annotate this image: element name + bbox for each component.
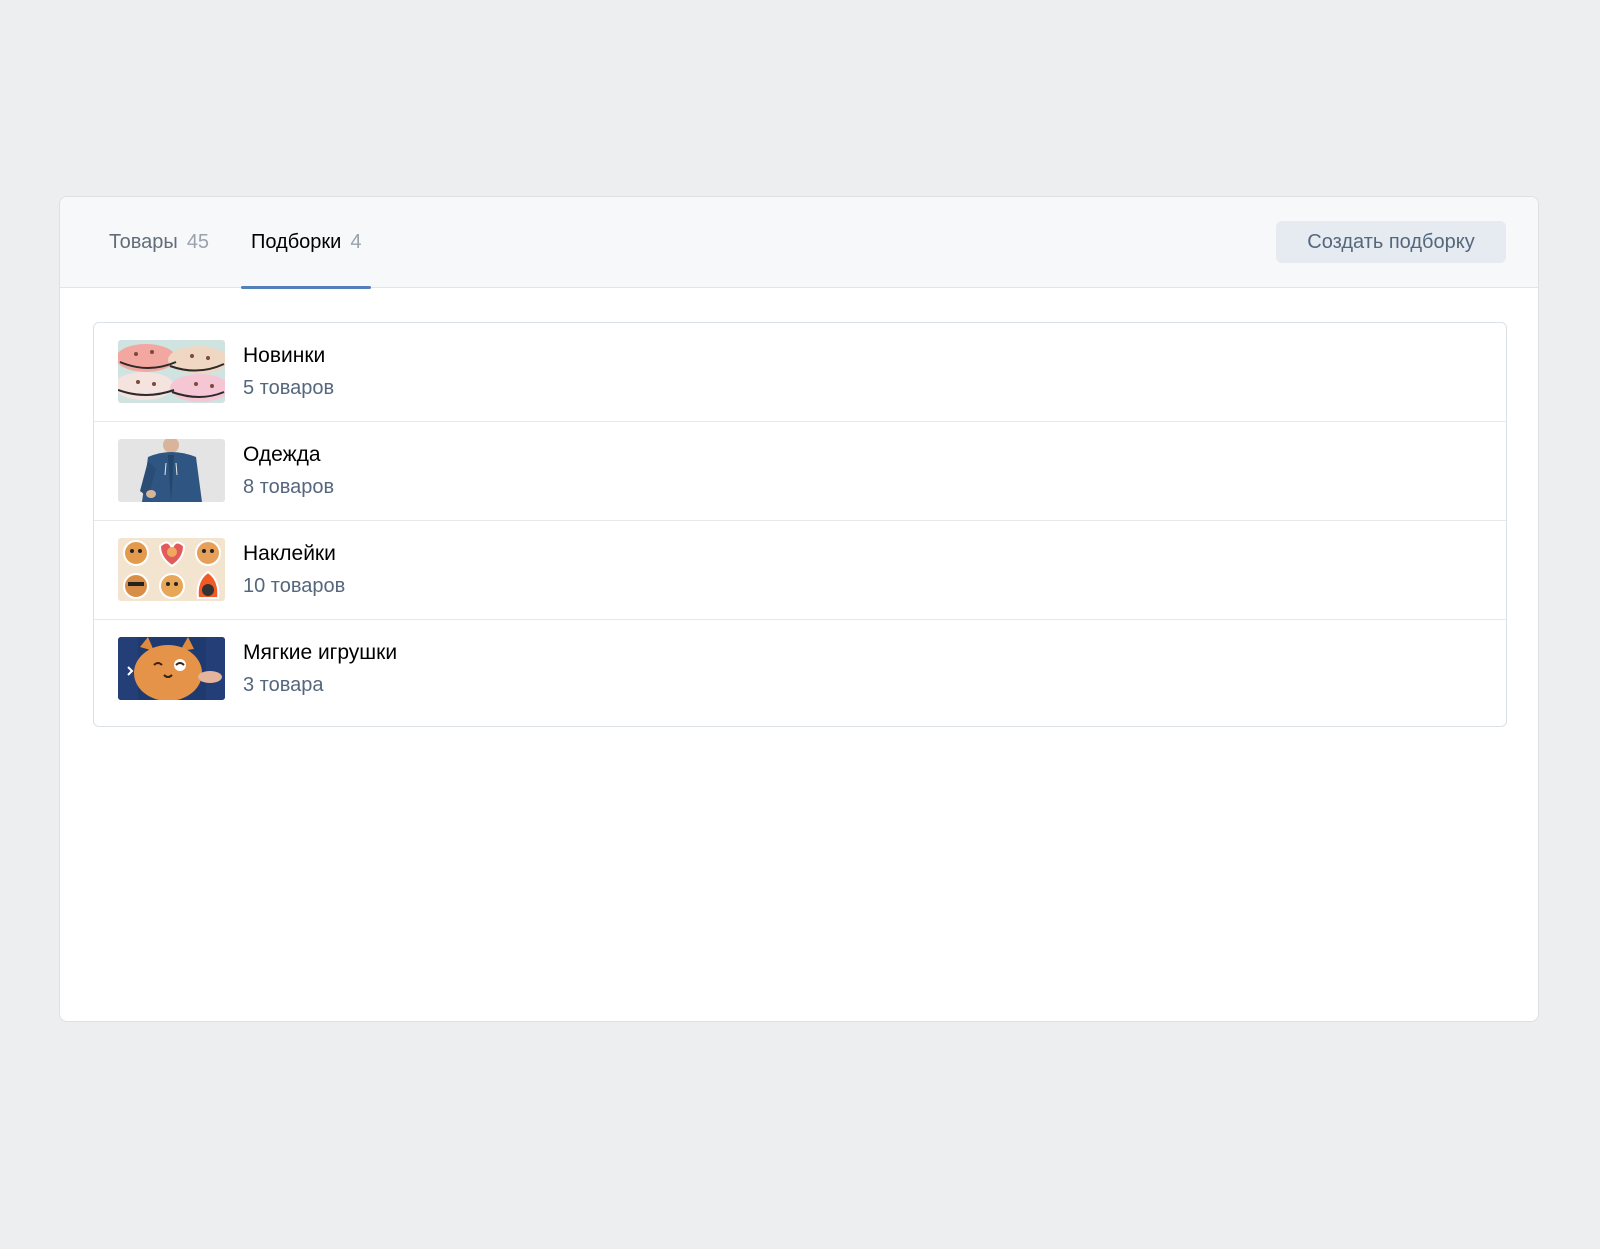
tab-products[interactable]: Товары 45 bbox=[109, 197, 209, 288]
plush-toy-thumbnail-icon bbox=[118, 637, 225, 700]
market-card: Товары 45 Подборки 4 Создать подборку Но… bbox=[59, 196, 1539, 1022]
bags-thumbnail-icon bbox=[118, 340, 225, 403]
collection-title: Мягкие игрушки bbox=[243, 641, 398, 664]
collection-row-novinki[interactable]: Новинки 5 товаров bbox=[94, 323, 1506, 422]
hoodie-thumbnail-icon bbox=[118, 439, 225, 502]
collection-row-myagkie-igrushki[interactable]: Мягкие игрушки 3 товара bbox=[94, 620, 1506, 726]
create-collection-button[interactable]: Создать подборку bbox=[1276, 221, 1506, 263]
tab-collections[interactable]: Подборки 4 bbox=[241, 197, 372, 289]
collection-row-nakleyki[interactable]: Наклейки 10 товаров bbox=[94, 521, 1506, 620]
tab-products-label: Товары bbox=[109, 231, 178, 253]
collections-list: Новинки 5 товаров Одежда 8 товаров Накле… bbox=[93, 322, 1507, 727]
collection-row-odezhda[interactable]: Одежда 8 товаров bbox=[94, 422, 1506, 521]
tab-collections-label: Подборки bbox=[251, 231, 342, 253]
stickers-thumbnail-icon bbox=[118, 538, 225, 601]
collection-title: Новинки bbox=[243, 344, 326, 367]
collection-count: 8 товаров bbox=[243, 476, 335, 498]
collection-title: Одежда bbox=[243, 443, 321, 466]
collection-title: Наклейки bbox=[243, 542, 336, 565]
tab-products-count: 45 bbox=[186, 231, 210, 253]
tab-collections-count: 4 bbox=[350, 231, 362, 253]
collection-count: 5 товаров bbox=[243, 377, 335, 399]
tab-bar: Товары 45 Подборки 4 Создать подборку bbox=[60, 197, 1538, 289]
collection-count: 3 товара bbox=[243, 674, 324, 696]
active-tab-indicator bbox=[241, 286, 372, 289]
collection-count: 10 товаров bbox=[243, 575, 346, 597]
